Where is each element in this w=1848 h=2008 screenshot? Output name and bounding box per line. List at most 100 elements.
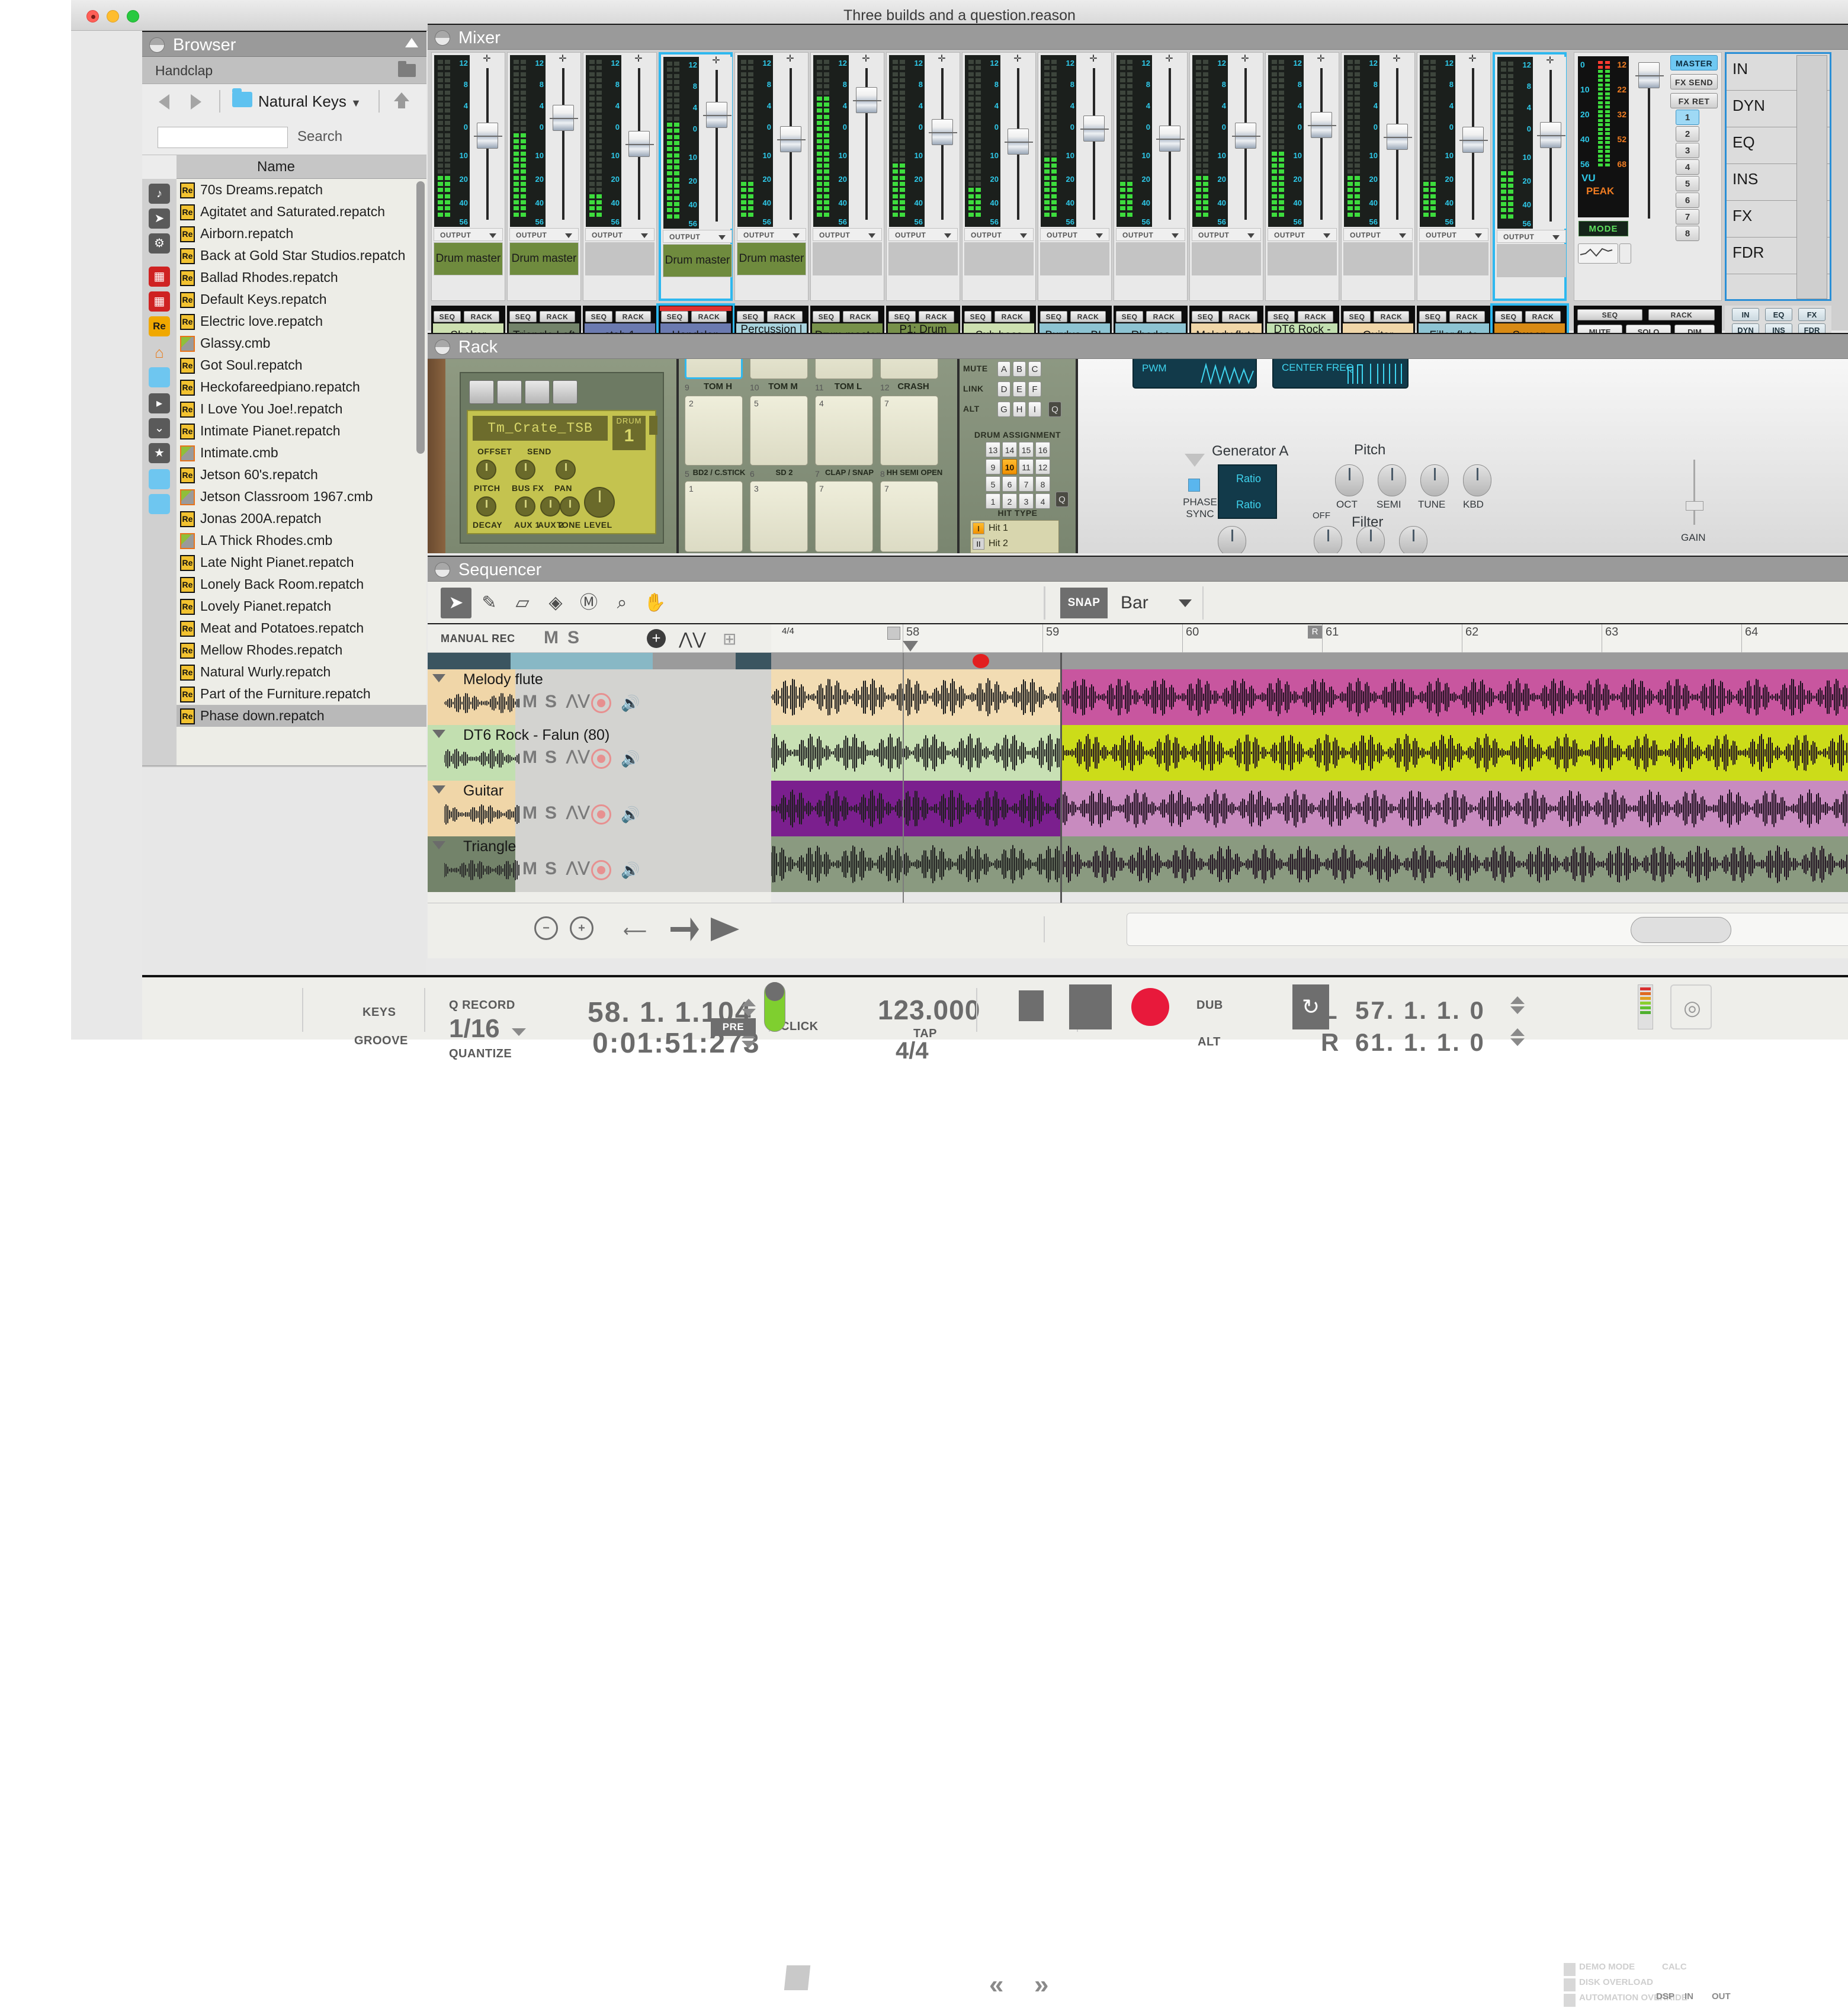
sequencer-collapse-icon[interactable] [435, 562, 450, 578]
master-eq-curve-icon[interactable] [1578, 243, 1618, 264]
phase-sync-toggle[interactable] [1188, 479, 1200, 492]
list-item[interactable]: Lovely Pianet.repatch [177, 595, 426, 617]
semi-knob[interactable] [1378, 464, 1406, 496]
column-header-name[interactable]: Name [257, 155, 295, 179]
kong-quantize-button[interactable]: Q [1048, 402, 1061, 417]
time-signature-marker[interactable]: 4/4 [782, 626, 794, 636]
channel-output-value[interactable] [1497, 244, 1566, 277]
timeline-ruler[interactable]: 4/4 5859606162636465R [771, 624, 1848, 653]
channel-output-selector[interactable]: OUTPUT [813, 228, 882, 241]
audio-clip[interactable] [1061, 725, 1848, 781]
drum-assignment-cell[interactable]: 5 [986, 476, 1000, 492]
mixer-channel-strip[interactable]: 1284010204056✛OUTPUT [886, 52, 960, 301]
kong-pad[interactable]: 4 [815, 396, 873, 466]
channel-seq-button[interactable]: SEQ [661, 311, 688, 322]
current-folder-label[interactable]: Natural Keys ▼ [258, 84, 361, 118]
channel-output-selector[interactable]: OUTPUT [964, 228, 1034, 241]
audio-clip[interactable] [1061, 781, 1848, 836]
track-automation-icon[interactable]: ⋀⋁ [566, 748, 589, 765]
master-lane-segment[interactable] [653, 653, 736, 669]
folder-icon[interactable] [398, 64, 416, 77]
decay-knob[interactable] [476, 496, 496, 517]
channel-rack-button[interactable]: RACK [767, 311, 803, 322]
song-overview[interactable] [1127, 913, 1848, 946]
channel-output-selector[interactable]: OUTPUT [509, 228, 579, 241]
channel-output-selector[interactable]: OUTPUT [663, 230, 732, 243]
record-button[interactable] [1131, 988, 1169, 1026]
track-solo-button[interactable]: S [545, 803, 557, 823]
channel-seq-button[interactable]: SEQ [1192, 311, 1219, 322]
chevron-down-icon[interactable] [1179, 599, 1192, 607]
list-item[interactable]: I Love You Joe!.repatch [177, 398, 426, 420]
disk-icon[interactable] [149, 494, 170, 514]
drum-assignment-cell[interactable]: 4 [1035, 493, 1050, 509]
master-rack-button[interactable]: RACK [1648, 309, 1715, 320]
kong-group-key[interactable]: A [997, 361, 1010, 377]
channel-fader[interactable] [927, 55, 958, 227]
pan-icon[interactable]: ✛ [1393, 55, 1401, 63]
kong-pad[interactable]: 7 [880, 396, 938, 466]
time-signature-value[interactable]: 4/4 [896, 1038, 929, 1064]
audio-clip[interactable] [1061, 669, 1848, 725]
kong-pad[interactable]: 3 [750, 481, 808, 552]
track-record-button[interactable] [591, 860, 611, 880]
loop-button[interactable]: ↻ [1292, 984, 1329, 1029]
aux2-knob[interactable] [540, 496, 560, 517]
chevron-down-icon[interactable] [1399, 233, 1406, 238]
pwm-display[interactable]: PWM [1132, 359, 1257, 389]
channel-fader[interactable] [1306, 55, 1337, 227]
channel-output-selector[interactable]: OUTPUT [1497, 230, 1566, 243]
sequencer-track[interactable]: TriangleMS⋀⋁🔊 [428, 836, 1848, 892]
drum-assignment-cell[interactable]: 10 [1002, 459, 1017, 474]
parent-folder-icon[interactable] [394, 92, 409, 101]
channel-output-value[interactable] [813, 242, 882, 275]
fx-send-slot[interactable]: 6 [1676, 193, 1699, 208]
channel-seq-button[interactable]: SEQ [1495, 311, 1522, 322]
groove-label[interactable]: GROOVE [354, 1034, 408, 1048]
kong-pad[interactable]: 5 [750, 396, 808, 466]
thor-device[interactable]: PWM CENTER FREQ Generator A [1078, 359, 1848, 553]
generator-select-icon[interactable] [1185, 454, 1205, 467]
list-item[interactable]: Natural Wurly.repatch [177, 661, 426, 683]
master-lane-segment[interactable] [428, 653, 511, 669]
mixer-channel-strip[interactable]: 1284010204056✛OUTPUT [962, 52, 1036, 301]
master-fader[interactable] [1634, 56, 1667, 228]
dub-label[interactable]: DUB [1196, 999, 1223, 1012]
click-icon[interactable] [784, 1965, 810, 1990]
track-mute-button[interactable]: M [522, 803, 537, 823]
channel-fader[interactable] [851, 55, 882, 227]
drum-assignment-cell[interactable]: 3 [1019, 493, 1034, 509]
sequencer-header[interactable]: Sequencer [428, 556, 1848, 582]
kong-pad[interactable]: 7 [815, 481, 873, 552]
rack-header[interactable]: Rack [428, 333, 1848, 359]
track-automation-icon[interactable]: ⋀⋁ [566, 803, 589, 820]
grid-icon[interactable]: ⊞ [723, 629, 736, 649]
channel-output-selector[interactable]: OUTPUT [888, 228, 958, 241]
patch-browse-icon[interactable] [497, 380, 522, 404]
track-expand-icon[interactable] [432, 841, 445, 849]
channel-rack-button[interactable]: RACK [1298, 311, 1333, 322]
browser-collapse-icon[interactable] [149, 37, 165, 53]
channel-output-value[interactable] [888, 242, 958, 275]
list-item[interactable]: Meat and Potatoes.repatch [177, 617, 426, 639]
fx-send-slot[interactable]: 7 [1676, 209, 1699, 224]
channel-rack-button[interactable]: RACK [1070, 311, 1106, 322]
pan-icon[interactable]: ✛ [1089, 55, 1098, 63]
filter-kbd-knob[interactable] [1399, 526, 1427, 553]
list-item[interactable]: Part of the Furniture.repatch [177, 683, 426, 705]
pitch-knob[interactable] [476, 460, 496, 480]
level-knob[interactable] [584, 487, 615, 518]
channel-output-value[interactable] [1116, 242, 1185, 275]
kong-device[interactable]: 9TOM H10TOM M11TOM L12CRASH25BD2 / C.STI… [679, 359, 957, 553]
drum-assignment-cell[interactable]: 14 [1002, 442, 1017, 457]
drum-assignment-cell[interactable]: 15 [1019, 442, 1034, 457]
track-mute-button[interactable]: M [522, 859, 537, 879]
list-item[interactable]: Intimate.cmb [177, 442, 426, 464]
channel-rack-button[interactable]: RACK [919, 311, 954, 322]
mixer-channel-strip[interactable]: 1284010204056✛OUTPUT [1265, 52, 1339, 301]
sequencer-track[interactable]: GuitarMS⋀⋁🔊 [428, 781, 1848, 836]
chevron-down-icon[interactable] [1172, 233, 1179, 238]
sequencer-track[interactable]: DT6 Rock - Falun (80)MS⋀⋁🔊 [428, 725, 1848, 781]
kong-group-key[interactable]: F [1028, 381, 1041, 397]
track-name[interactable]: DT6 Rock - Falun (80) [463, 726, 609, 744]
